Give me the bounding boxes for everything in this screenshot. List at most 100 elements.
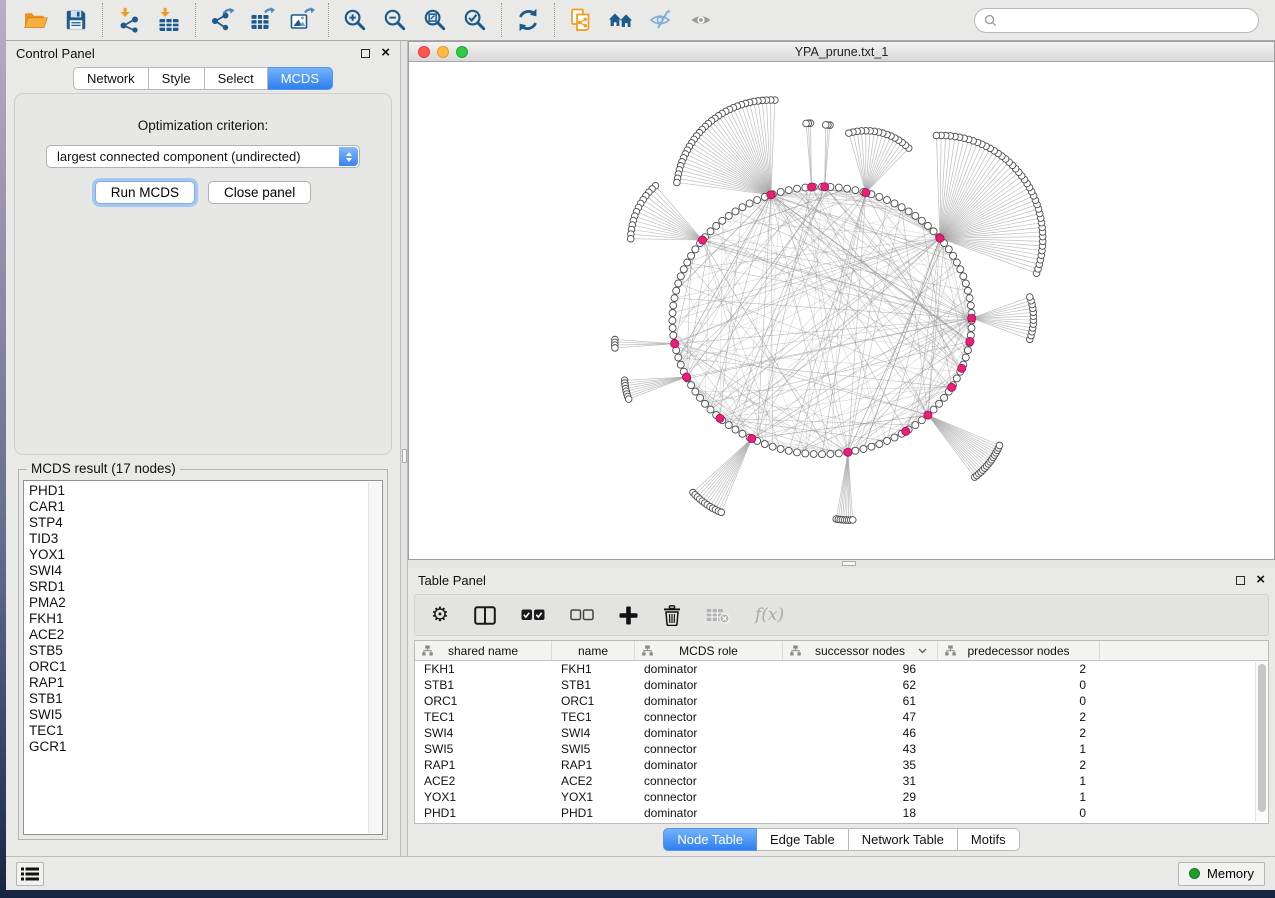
- mcds-result-item[interactable]: TEC1: [29, 723, 382, 739]
- control-panel-float-icon[interactable]: [361, 49, 370, 58]
- vertical-splitter[interactable]: [400, 41, 408, 856]
- split-panel-icon: [474, 606, 496, 625]
- network-canvas[interactable]: [409, 62, 1274, 559]
- tab-edge-table[interactable]: Edge Table: [757, 828, 849, 851]
- mcds-result-item[interactable]: PMA2: [29, 595, 382, 611]
- show-columns-button[interactable]: [474, 606, 496, 625]
- table-cell: STB1: [552, 678, 635, 692]
- network-graph[interactable]: [409, 62, 1274, 559]
- table-panel-close-icon[interactable]: ×: [1256, 575, 1265, 585]
- table-cell: 96: [783, 662, 938, 676]
- first-neighbors-button[interactable]: [601, 3, 641, 37]
- search-box[interactable]: [974, 8, 1259, 33]
- table-row[interactable]: SWI4SWI4dominator462: [415, 725, 1268, 741]
- unchecked-boxes-icon: [570, 609, 594, 621]
- horizontal-splitter[interactable]: [408, 560, 1275, 568]
- mcds-result-item[interactable]: ACE2: [29, 627, 382, 643]
- table-panel-float-icon[interactable]: [1236, 576, 1245, 585]
- import-network-button[interactable]: [109, 3, 149, 37]
- table-cell: dominator: [635, 662, 783, 676]
- mcds-result-item[interactable]: SRD1: [29, 579, 382, 595]
- export-image-icon: [289, 7, 315, 33]
- delete-column-button[interactable]: [663, 605, 681, 626]
- select-all-rows-button[interactable]: [521, 609, 545, 621]
- mcds-result-title: MCDS result (17 nodes): [27, 461, 180, 476]
- mcds-result-item[interactable]: RAP1: [29, 675, 382, 691]
- table-row[interactable]: ACE2ACE2connector311: [415, 773, 1268, 789]
- export-network-button[interactable]: [202, 3, 242, 37]
- mcds-result-item[interactable]: STB1: [29, 691, 382, 707]
- app-window: Control Panel × NetworkStyleSelectMCDS O…: [6, 0, 1275, 890]
- export-table-button[interactable]: [242, 3, 282, 37]
- mcds-result-item[interactable]: SWI5: [29, 707, 382, 723]
- table-row[interactable]: FKH1FKH1dominator962: [415, 661, 1268, 677]
- mcds-result-item[interactable]: STB5: [29, 643, 382, 659]
- table-row[interactable]: TEC1TEC1connector472: [415, 709, 1268, 725]
- table-scrollbar[interactable]: [1255, 662, 1267, 822]
- column-header-shared-name[interactable]: shared name: [415, 641, 552, 660]
- table-cell: dominator: [635, 758, 783, 772]
- zoom-in-button[interactable]: [335, 3, 375, 37]
- hide-selected-button[interactable]: [641, 3, 681, 37]
- tab-network-table[interactable]: Network Table: [849, 828, 958, 851]
- mcds-result-item[interactable]: GCR1: [29, 739, 382, 755]
- open-file-button[interactable]: [16, 3, 56, 37]
- table-cell: PHD1: [415, 806, 552, 820]
- table-row[interactable]: RAP1RAP1dominator352: [415, 757, 1268, 773]
- table-row[interactable]: STB1STB1dominator620: [415, 677, 1268, 693]
- search-input[interactable]: [1003, 13, 1249, 28]
- mcds-result-item[interactable]: FKH1: [29, 611, 382, 627]
- table-cell: 2: [938, 710, 1100, 724]
- optimization-criterion-label: Optimization criterion:: [15, 118, 391, 133]
- memory-button[interactable]: Memory: [1178, 862, 1265, 886]
- zoom-selected-button[interactable]: [455, 3, 495, 37]
- table-cell: ACE2: [415, 774, 552, 788]
- mcds-result-item[interactable]: ORC1: [29, 659, 382, 675]
- zoom-fit-button[interactable]: [415, 3, 455, 37]
- tab-select[interactable]: Select: [205, 67, 268, 90]
- deselect-all-rows-button[interactable]: [570, 609, 594, 621]
- run-mcds-button[interactable]: Run MCDS: [95, 181, 195, 204]
- right-column: YPA_prune.txt_1 Table Panel × ⚙: [408, 41, 1275, 856]
- close-mcds-panel-button[interactable]: Close panel: [208, 181, 311, 204]
- column-header-successor-nodes[interactable]: successor nodes: [783, 641, 938, 660]
- add-column-button[interactable]: [619, 606, 638, 625]
- tab-style[interactable]: Style: [149, 67, 205, 90]
- show-all-button[interactable]: [681, 3, 721, 37]
- tab-mcds[interactable]: MCDS: [268, 67, 333, 90]
- zoom-out-button[interactable]: [375, 3, 415, 37]
- save-session-button[interactable]: [56, 3, 96, 37]
- export-image-button[interactable]: [282, 3, 322, 37]
- mcds-result-item[interactable]: PHD1: [29, 483, 382, 499]
- mcds-result-item[interactable]: SWI4: [29, 563, 382, 579]
- show-panels-menu-button[interactable]: [16, 862, 44, 886]
- tab-network[interactable]: Network: [73, 67, 149, 90]
- optimization-criterion-select[interactable]: largest connected component (undirected): [46, 145, 360, 168]
- result-list-scrollbar[interactable]: [368, 482, 381, 833]
- table-cell: 29: [783, 790, 938, 804]
- splitter-grip[interactable]: [842, 561, 856, 566]
- mcds-result-item[interactable]: STP4: [29, 515, 382, 531]
- tab-node-table[interactable]: Node Table: [663, 828, 757, 851]
- import-table-button[interactable]: [149, 3, 189, 37]
- table-row[interactable]: YOX1YOX1connector291: [415, 789, 1268, 805]
- control-panel-close-icon[interactable]: ×: [381, 48, 390, 58]
- column-settings-button[interactable]: ⚙: [431, 605, 449, 625]
- scrollbar-thumb[interactable]: [1258, 664, 1266, 812]
- table-header-row: shared namenameMCDS rolesuccessor nodesp…: [415, 641, 1268, 661]
- zoom-in-icon: [342, 7, 368, 33]
- column-header-MCDS-role[interactable]: MCDS role: [635, 641, 783, 660]
- table-row[interactable]: PHD1PHD1dominator180: [415, 805, 1268, 821]
- splitter-grip[interactable]: [402, 449, 407, 463]
- column-header-predecessor-nodes[interactable]: predecessor nodes: [938, 641, 1100, 660]
- duplicate-network-button[interactable]: [561, 3, 601, 37]
- mcds-result-item[interactable]: TID3: [29, 531, 382, 547]
- tab-motifs[interactable]: Motifs: [958, 828, 1020, 851]
- refresh-view-button[interactable]: [508, 3, 548, 37]
- mcds-result-list[interactable]: PHD1CAR1STP4TID3YOX1SWI4SRD1PMA2FKH1ACE2…: [23, 480, 383, 835]
- mcds-result-item[interactable]: YOX1: [29, 547, 382, 563]
- table-row[interactable]: SWI5SWI5connector431: [415, 741, 1268, 757]
- column-header-name[interactable]: name: [552, 641, 635, 660]
- table-row[interactable]: ORC1ORC1dominator610: [415, 693, 1268, 709]
- mcds-result-item[interactable]: CAR1: [29, 499, 382, 515]
